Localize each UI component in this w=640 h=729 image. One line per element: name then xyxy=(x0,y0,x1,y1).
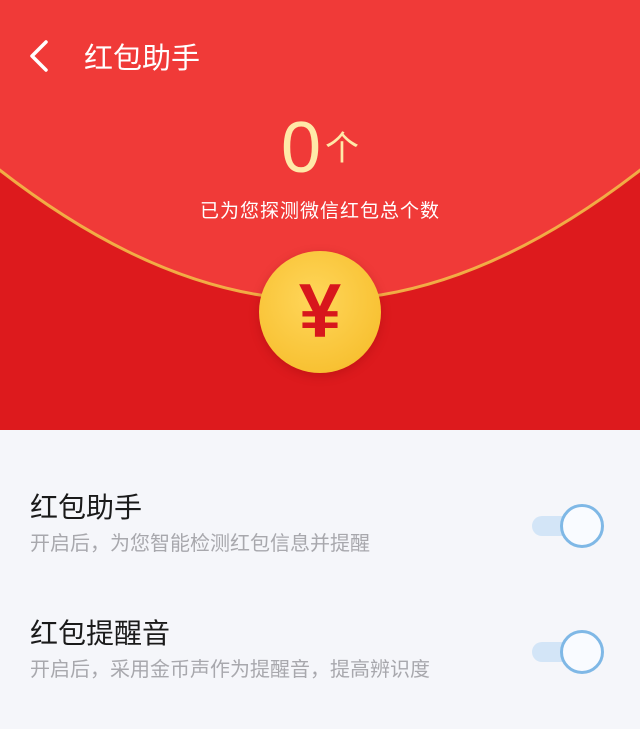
yuan-coin-icon: ¥ xyxy=(259,251,381,373)
setting-description: 开启后，为您智能检测红包信息并提醒 xyxy=(30,531,370,555)
reminder-sound-toggle[interactable] xyxy=(530,628,606,676)
toggle-knob xyxy=(560,504,604,548)
packet-count-unit: 个 xyxy=(325,129,360,169)
settings-list: 红包助手 开启后，为您智能检测红包信息并提醒 红包提醒音 开启后，采用金币声作为… xyxy=(0,430,640,729)
packet-count-caption: 已为您探测微信红包总个数 xyxy=(199,200,440,222)
setting-reminder-sound: 红包提醒音 开启后，采用金币声作为提醒音，提高辨识度 xyxy=(0,614,640,724)
setting-title: 红包提醒音 xyxy=(30,617,171,650)
chevron-left-icon xyxy=(30,40,48,72)
toggle-knob xyxy=(560,630,604,674)
setting-description: 开启后，采用金币声作为提醒音，提高辨识度 xyxy=(30,657,430,681)
page-title: 红包助手 xyxy=(84,41,201,75)
red-packet-assistant-toggle[interactable] xyxy=(530,502,606,550)
setting-red-packet-assistant: 红包助手 开启后，为您智能检测红包信息并提醒 xyxy=(0,488,640,598)
packet-count-display: 0个 xyxy=(0,108,640,188)
packet-count-value: 0 xyxy=(280,108,322,188)
red-packet-header: 红包助手 0个 已为您探测微信红包总个数 ¥ xyxy=(0,0,640,430)
back-button[interactable] xyxy=(22,36,58,76)
setting-title: 红包助手 xyxy=(30,491,143,524)
